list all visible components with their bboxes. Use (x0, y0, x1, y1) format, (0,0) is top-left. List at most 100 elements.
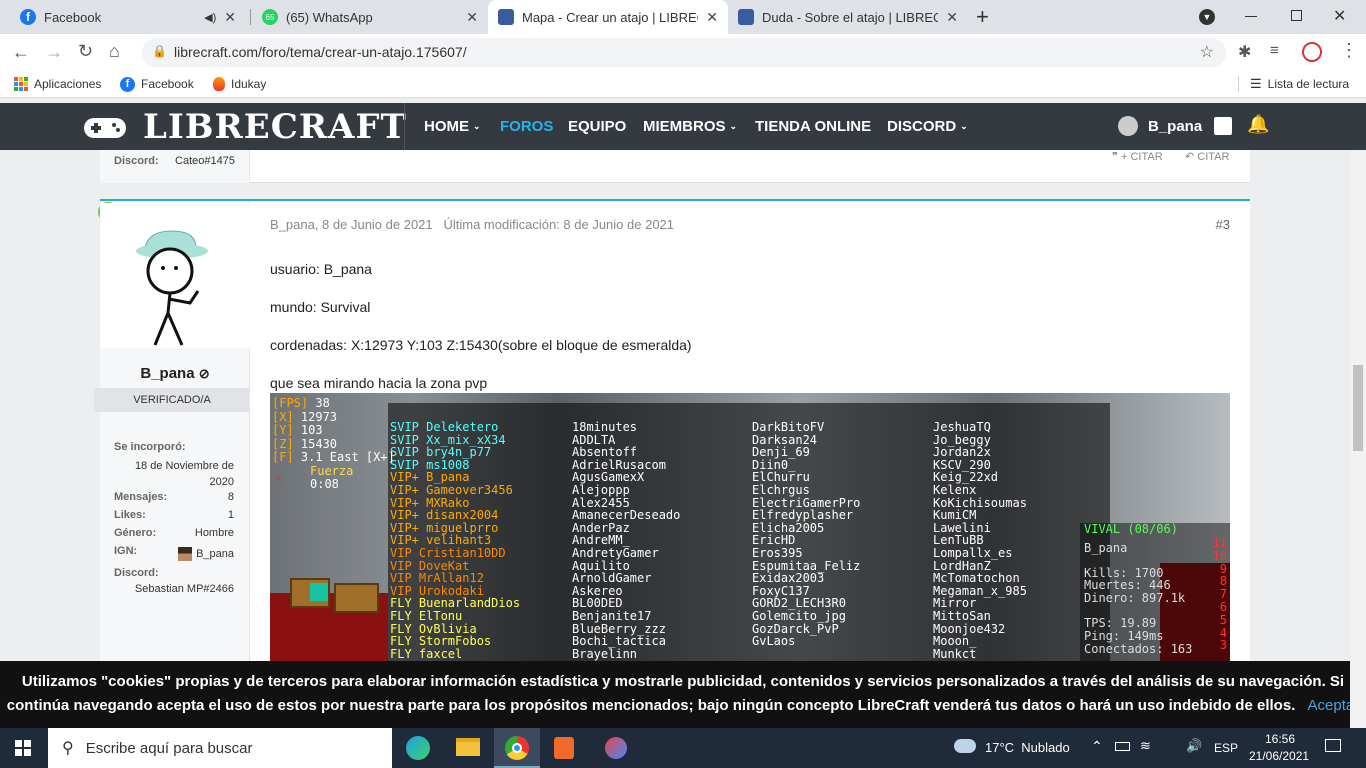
apps-grid-icon (14, 77, 28, 91)
forum-post: B_pana ⊘ VERIFICADO/A Se incorporó: 18 d… (94, 199, 1250, 671)
search-icon: ⚲ (62, 740, 74, 757)
previous-post: Discord: Cateo#1475 ❞ + CITAR ↶ CITAR (100, 150, 1250, 183)
site-logo[interactable]: LIBRECRAFT (143, 107, 407, 147)
menu-icon[interactable]: ⋮ (1340, 40, 1358, 61)
close-window-icon[interactable]: ✕ (1333, 6, 1346, 26)
scrollbar-thumb[interactable] (1353, 365, 1363, 451)
new-tab-button[interactable]: + (976, 4, 989, 30)
reading-list-button[interactable]: ☰ Lista de lectura (1250, 71, 1349, 97)
tab-search-icon[interactable]: ▼ (1199, 9, 1215, 25)
chrome-icon[interactable] (494, 728, 540, 768)
tab-facebook[interactable]: f Facebook ◀) ✕ (10, 0, 246, 34)
battery-icon[interactable] (1115, 742, 1130, 751)
gamepad-icon (84, 118, 126, 138)
librecraft-icon (498, 9, 514, 25)
gender-value: Hombre (194, 527, 234, 539)
extensions-icon[interactable]: ✱ (1238, 42, 1251, 62)
user-menu[interactable]: B_pana (1148, 103, 1202, 150)
post-line: mundo: Survival (270, 299, 371, 315)
bookmark-label: Idukay (231, 77, 267, 91)
media-icon[interactable]: ≡ (1270, 42, 1279, 59)
file-explorer-icon[interactable] (456, 738, 480, 756)
tab-duda-atajo[interactable]: Duda - Sobre el atajo | LIBRECRAFT ✕ (728, 0, 968, 34)
chevron-down-icon: ⌄ (729, 121, 738, 131)
reload-icon[interactable]: ↻ (78, 41, 93, 62)
game-screenshot[interactable]: SVIP Deleketero SVIP Xx_mix_xX34 SVIP bry4… (270, 393, 1230, 671)
weather-icon[interactable] (954, 739, 976, 753)
nav-discord[interactable]: DISCORD ⌄ (887, 103, 968, 150)
nav-home[interactable]: HOME ⌄ (424, 103, 481, 150)
hud-line: [Y] 103 (272, 423, 323, 438)
windows-taskbar: ⚲ Escribe aquí para buscar 17°C Nublado … (0, 728, 1366, 768)
role-badge: VERIFICADO/A (94, 388, 250, 412)
bookmark-idukay[interactable]: Idukay (213, 71, 266, 97)
gender-label: Género: (114, 527, 157, 539)
nav-foros[interactable]: FOROS (500, 103, 553, 150)
bookmark-label: Facebook (141, 77, 194, 91)
minimize-icon[interactable] (1245, 16, 1257, 17)
nav-equipo[interactable]: EQUIPO (568, 103, 626, 150)
hud-line: [FPS] 38 (272, 396, 330, 410)
maximize-icon[interactable] (1291, 10, 1302, 21)
back-icon[interactable]: ← (12, 42, 30, 63)
search-placeholder: Escribe aquí para buscar (85, 739, 253, 757)
language-indicator[interactable]: ESP (1214, 741, 1238, 755)
clock-date[interactable]: 21/06/2021 (1249, 749, 1309, 763)
player-entry: FLY faxcel (390, 646, 463, 661)
nav-tienda[interactable]: TIENDA ONLINE (755, 103, 871, 150)
discord-value: Sebastian MP#2466 (134, 583, 234, 595)
speaker-icon[interactable]: ◀) (204, 11, 216, 24)
forward-icon[interactable]: → (45, 42, 63, 63)
scoreboard-number: 3 (1219, 638, 1227, 653)
close-tab-icon[interactable]: ✕ (946, 9, 958, 26)
home-icon[interactable]: ⌂ (109, 41, 120, 62)
close-tab-icon[interactable]: ✕ (466, 9, 478, 26)
reply-button[interactable]: ↶ CITAR (1185, 150, 1229, 163)
profile-avatar[interactable] (1302, 42, 1322, 62)
avatar[interactable] (100, 203, 250, 348)
bookmark-apps[interactable]: Aplicaciones (14, 71, 101, 97)
notifications-icon[interactable] (1325, 739, 1341, 752)
tab-title: Duda - Sobre el atajo | LIBRECRAFT (762, 9, 939, 25)
facebook-icon: f (120, 76, 135, 92)
close-tab-icon[interactable]: ✕ (224, 9, 236, 26)
user-avatar[interactable] (1118, 116, 1138, 136)
joined-label: Se incorporó: (114, 441, 186, 453)
scrollbar[interactable] (1350, 150, 1366, 728)
player-entry: Bochi_tactica (572, 634, 666, 649)
discord-label: Discord: (114, 567, 159, 579)
tray-chevron-icon[interactable]: ⌃ (1091, 738, 1103, 755)
site-navbar: LIBRECRAFT HOME ⌄ FOROS EQUIPO MIEMBROS ⌄ … (0, 103, 1366, 150)
inbox-icon[interactable] (1214, 117, 1232, 135)
post-meta[interactable]: B_pana, 8 de Junio de 2021 Última modifi… (270, 217, 674, 232)
volume-icon[interactable]: 🔊 (1186, 738, 1202, 754)
chevron-down-icon: ⌄ (960, 121, 968, 131)
ign-value: B_pana (178, 547, 234, 561)
paint-icon[interactable] (605, 737, 627, 759)
bell-icon[interactable]: 🔔 (1247, 114, 1269, 135)
star-icon[interactable]: ☆ (1200, 42, 1214, 62)
ign-label: IGN: (114, 545, 138, 557)
bookmarks-bar: Aplicaciones f Facebook Idukay ☰ Lista d… (0, 71, 1366, 98)
bookmark-facebook[interactable]: f Facebook (120, 71, 194, 97)
post-number[interactable]: #3 (1216, 217, 1230, 232)
nav-miembros[interactable]: MIEMBROS ⌄ (643, 103, 737, 150)
windows-start-icon[interactable] (15, 740, 31, 756)
wifi-icon[interactable]: ≋ (1140, 738, 1151, 754)
weather-text[interactable]: 17°C Nublado (985, 740, 1070, 755)
media-player-icon[interactable] (554, 737, 574, 759)
quote-button[interactable]: ❞ + CITAR (1112, 150, 1163, 163)
post-line: que sea mirando hacia la zona pvp (270, 375, 488, 391)
close-tab-icon[interactable]: ✕ (706, 9, 718, 26)
coords-hud: [FPS] 38 [X] 12973 [Y] 103 [Z] 15430 [F] 3.1… (272, 396, 395, 465)
edge-icon[interactable] (406, 736, 430, 760)
taskbar-search[interactable]: ⚲ Escribe aquí para buscar (48, 728, 392, 768)
messages-value: 8 (227, 491, 234, 503)
author-name[interactable]: B_pana ⊘ (100, 365, 250, 382)
address-bar[interactable]: 🔒 librecraft.com/foro/tema/crear-un-ataj… (142, 38, 1226, 67)
tab-whatsapp[interactable]: 65 (65) WhatsApp ✕ (252, 0, 488, 34)
tab-crear-atajo[interactable]: Mapa - Crear un atajo | LIBRECRAFT ✕ (488, 0, 728, 34)
reading-list-label: Lista de lectura (1267, 77, 1350, 91)
player-entry: Kelenx (933, 482, 977, 497)
clock-time[interactable]: 16:56 (1265, 732, 1295, 746)
